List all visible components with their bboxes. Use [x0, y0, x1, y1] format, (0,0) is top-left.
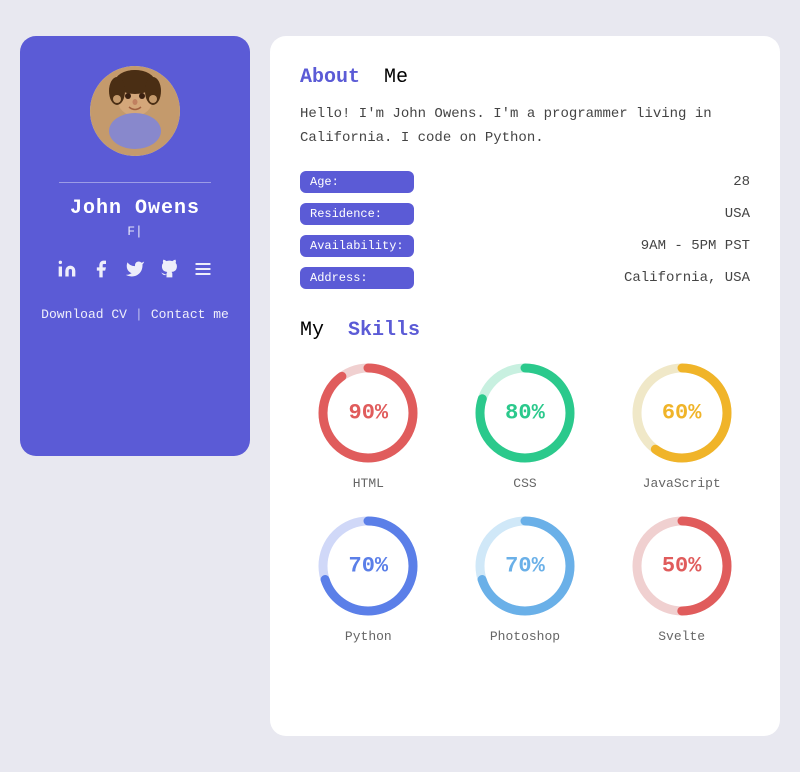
info-badge: Age:: [300, 171, 414, 193]
download-cv-link[interactable]: Download CV: [41, 307, 127, 322]
info-badge: Availability:: [300, 235, 414, 257]
skill-circle: 70%: [470, 511, 580, 621]
skill-item: 50% Svelte: [613, 511, 750, 644]
twitter-icon[interactable]: [125, 259, 145, 285]
main-content-card: About Me Hello! I'm John Owens. I'm a pr…: [270, 36, 780, 736]
about-title: About Me: [300, 66, 750, 89]
profile-name: John Owens: [70, 197, 200, 220]
skill-label: Svelte: [658, 629, 705, 644]
skill-label: HTML: [353, 476, 384, 491]
avatar: [90, 66, 180, 156]
profile-subtitle: F|: [127, 224, 143, 239]
skills-title-highlight: Skills: [348, 319, 420, 342]
linkedin-icon[interactable]: [57, 259, 77, 285]
profile-card: John Owens F| Download: [20, 36, 250, 456]
skill-circle: 70%: [313, 511, 423, 621]
facebook-icon[interactable]: [91, 259, 111, 285]
info-value: 9AM - 5PM PST: [424, 238, 750, 254]
github-icon[interactable]: [159, 259, 179, 285]
skill-circle: 90%: [313, 358, 423, 468]
skill-percent: 60%: [662, 400, 702, 425]
action-links: Download CV | Contact me: [41, 307, 229, 322]
info-badge: Residence:: [300, 203, 414, 225]
skill-percent: 70%: [349, 553, 389, 578]
link-separator: |: [135, 307, 143, 322]
about-title-highlight: About: [300, 66, 360, 89]
about-text: Hello! I'm John Owens. I'm a programmer …: [300, 103, 750, 151]
skill-item: 60% JavaScript: [613, 358, 750, 491]
info-value: 28: [424, 174, 750, 190]
contact-me-link[interactable]: Contact me: [151, 307, 229, 322]
info-grid: Age: 28 Residence: USA Availability: 9AM - 5P…: [300, 171, 750, 289]
skill-label: CSS: [513, 476, 536, 491]
skill-label: Photoshop: [490, 629, 560, 644]
skill-percent: 70%: [505, 553, 545, 578]
skills-title: My Skills: [300, 319, 750, 342]
social-icons-row: [57, 259, 213, 285]
skills-grid: 90% HTML 80% CSS 60% JavaScript 70% Pyth…: [300, 358, 750, 644]
skill-item: 70% Python: [300, 511, 437, 644]
avatar-image: [90, 66, 180, 156]
stack-icon[interactable]: [193, 259, 213, 285]
skill-percent: 80%: [505, 400, 545, 425]
skill-percent: 50%: [662, 553, 702, 578]
skill-label: JavaScript: [643, 476, 721, 491]
skill-circle: 50%: [627, 511, 737, 621]
skills-title-plain: My: [300, 319, 324, 342]
skill-item: 90% HTML: [300, 358, 437, 491]
skill-circle: 80%: [470, 358, 580, 468]
skill-label: Python: [345, 629, 392, 644]
info-value: USA: [424, 206, 750, 222]
about-title-rest: Me: [384, 66, 408, 89]
skill-item: 80% CSS: [457, 358, 594, 491]
main-container: John Owens F| Download: [20, 36, 780, 736]
card-divider: [59, 182, 211, 183]
skill-percent: 90%: [349, 400, 389, 425]
skill-item: 70% Photoshop: [457, 511, 594, 644]
info-badge: Address:: [300, 267, 414, 289]
skill-circle: 60%: [627, 358, 737, 468]
info-value: California, USA: [424, 270, 750, 286]
